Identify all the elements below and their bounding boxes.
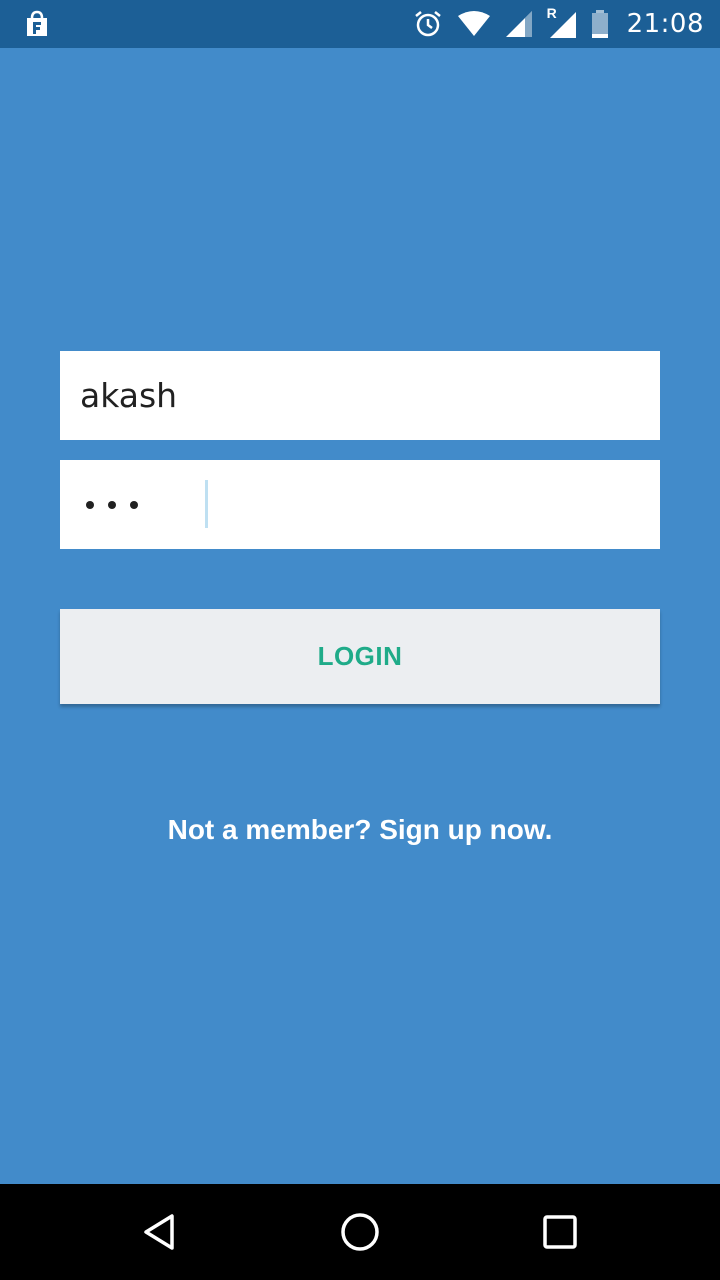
home-icon[interactable] (336, 1208, 384, 1256)
login-screen: akash LOGIN Not a member? Sign up now. (0, 48, 720, 1184)
password-dot (86, 500, 94, 509)
login-button-label: LOGIN (317, 641, 403, 671)
signup-link[interactable]: Not a member? Sign up now. (0, 814, 720, 846)
recents-icon[interactable] (536, 1208, 584, 1256)
alarm-icon (413, 9, 443, 39)
navigation-bar (0, 1184, 720, 1280)
login-button[interactable]: LOGIN (60, 609, 660, 704)
password-field[interactable] (60, 460, 660, 549)
back-icon[interactable] (136, 1208, 184, 1256)
app-screen: R 21:08 akash LOGIN Not a member? Sign u… (0, 0, 720, 1280)
password-dot (108, 500, 116, 509)
status-icons: R 21:08 (413, 0, 704, 48)
password-mask (86, 460, 138, 549)
status-time: 21:08 (626, 9, 704, 39)
username-value: akash (80, 376, 178, 415)
username-field[interactable]: akash (60, 351, 660, 440)
text-cursor (205, 480, 208, 528)
status-bar: R 21:08 (0, 0, 720, 48)
roaming-signal-icon: R (547, 5, 577, 39)
shopping-bag-notification-icon (24, 10, 52, 38)
signal-icon (505, 10, 533, 38)
wifi-icon (457, 11, 491, 37)
roaming-label: R (546, 5, 557, 21)
battery-icon (591, 9, 609, 39)
password-dot (130, 500, 138, 509)
